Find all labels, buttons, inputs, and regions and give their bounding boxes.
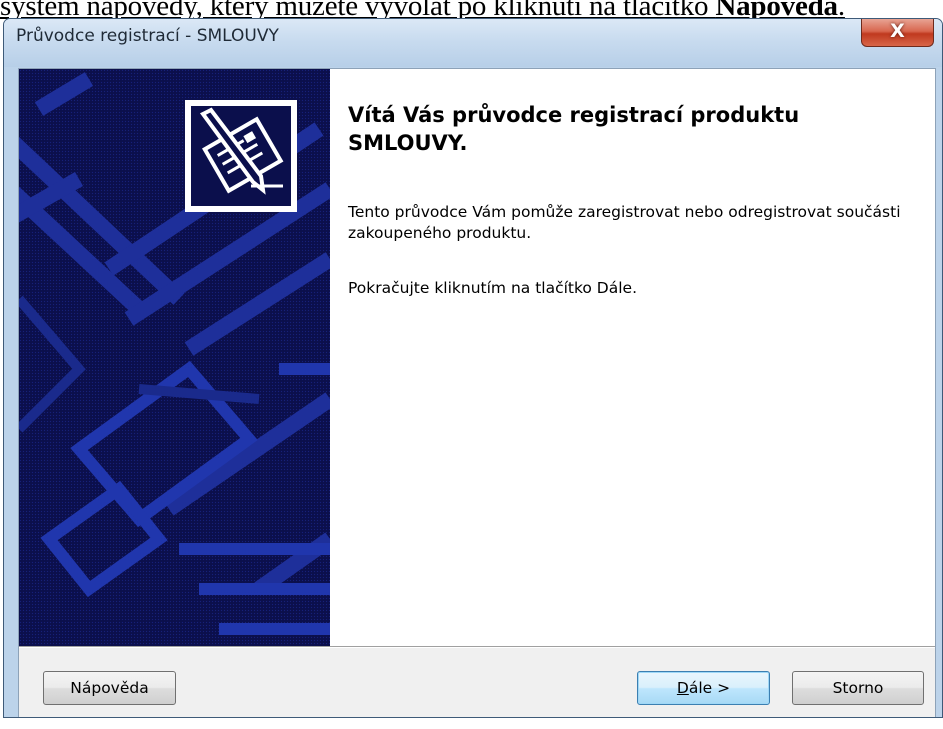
document-pen-icon xyxy=(191,106,291,206)
next-button-accelerator: D xyxy=(676,679,689,697)
wizard-instruction: Pokračujte kliknutím na tlačítko Dále. xyxy=(348,279,638,297)
help-button-label: Nápověda xyxy=(70,679,149,697)
next-button[interactable]: Dále > xyxy=(637,671,770,705)
window-title: Průvodce registrací - SMLOUVY xyxy=(16,26,279,46)
cancel-button[interactable]: Storno xyxy=(792,671,924,705)
cancel-button-label: Storno xyxy=(832,679,884,697)
wizard-heading: Vítá Vás průvodce registrací produktu SM… xyxy=(348,103,800,155)
wizard-banner-image xyxy=(19,69,330,646)
title-bar[interactable]: Průvodce registrací - SMLOUVY X xyxy=(4,19,942,67)
wizard-window: Průvodce registrací - SMLOUVY X Vítá Vás… xyxy=(3,18,943,718)
product-logo xyxy=(185,100,297,212)
wizard-content-panel: Vítá Vás průvodce registrací produktu SM… xyxy=(330,69,935,646)
wizard-description: Tento průvodce Vám pomůže zaregistrovat … xyxy=(348,203,901,242)
close-button[interactable]: X xyxy=(861,19,934,47)
wizard-client-area: Vítá Vás průvodce registrací produktu SM… xyxy=(18,68,936,717)
next-button-label: ále > xyxy=(688,679,731,697)
help-button[interactable]: Nápověda xyxy=(43,671,176,705)
close-icon: X xyxy=(890,20,905,42)
button-bar-divider xyxy=(19,646,935,648)
